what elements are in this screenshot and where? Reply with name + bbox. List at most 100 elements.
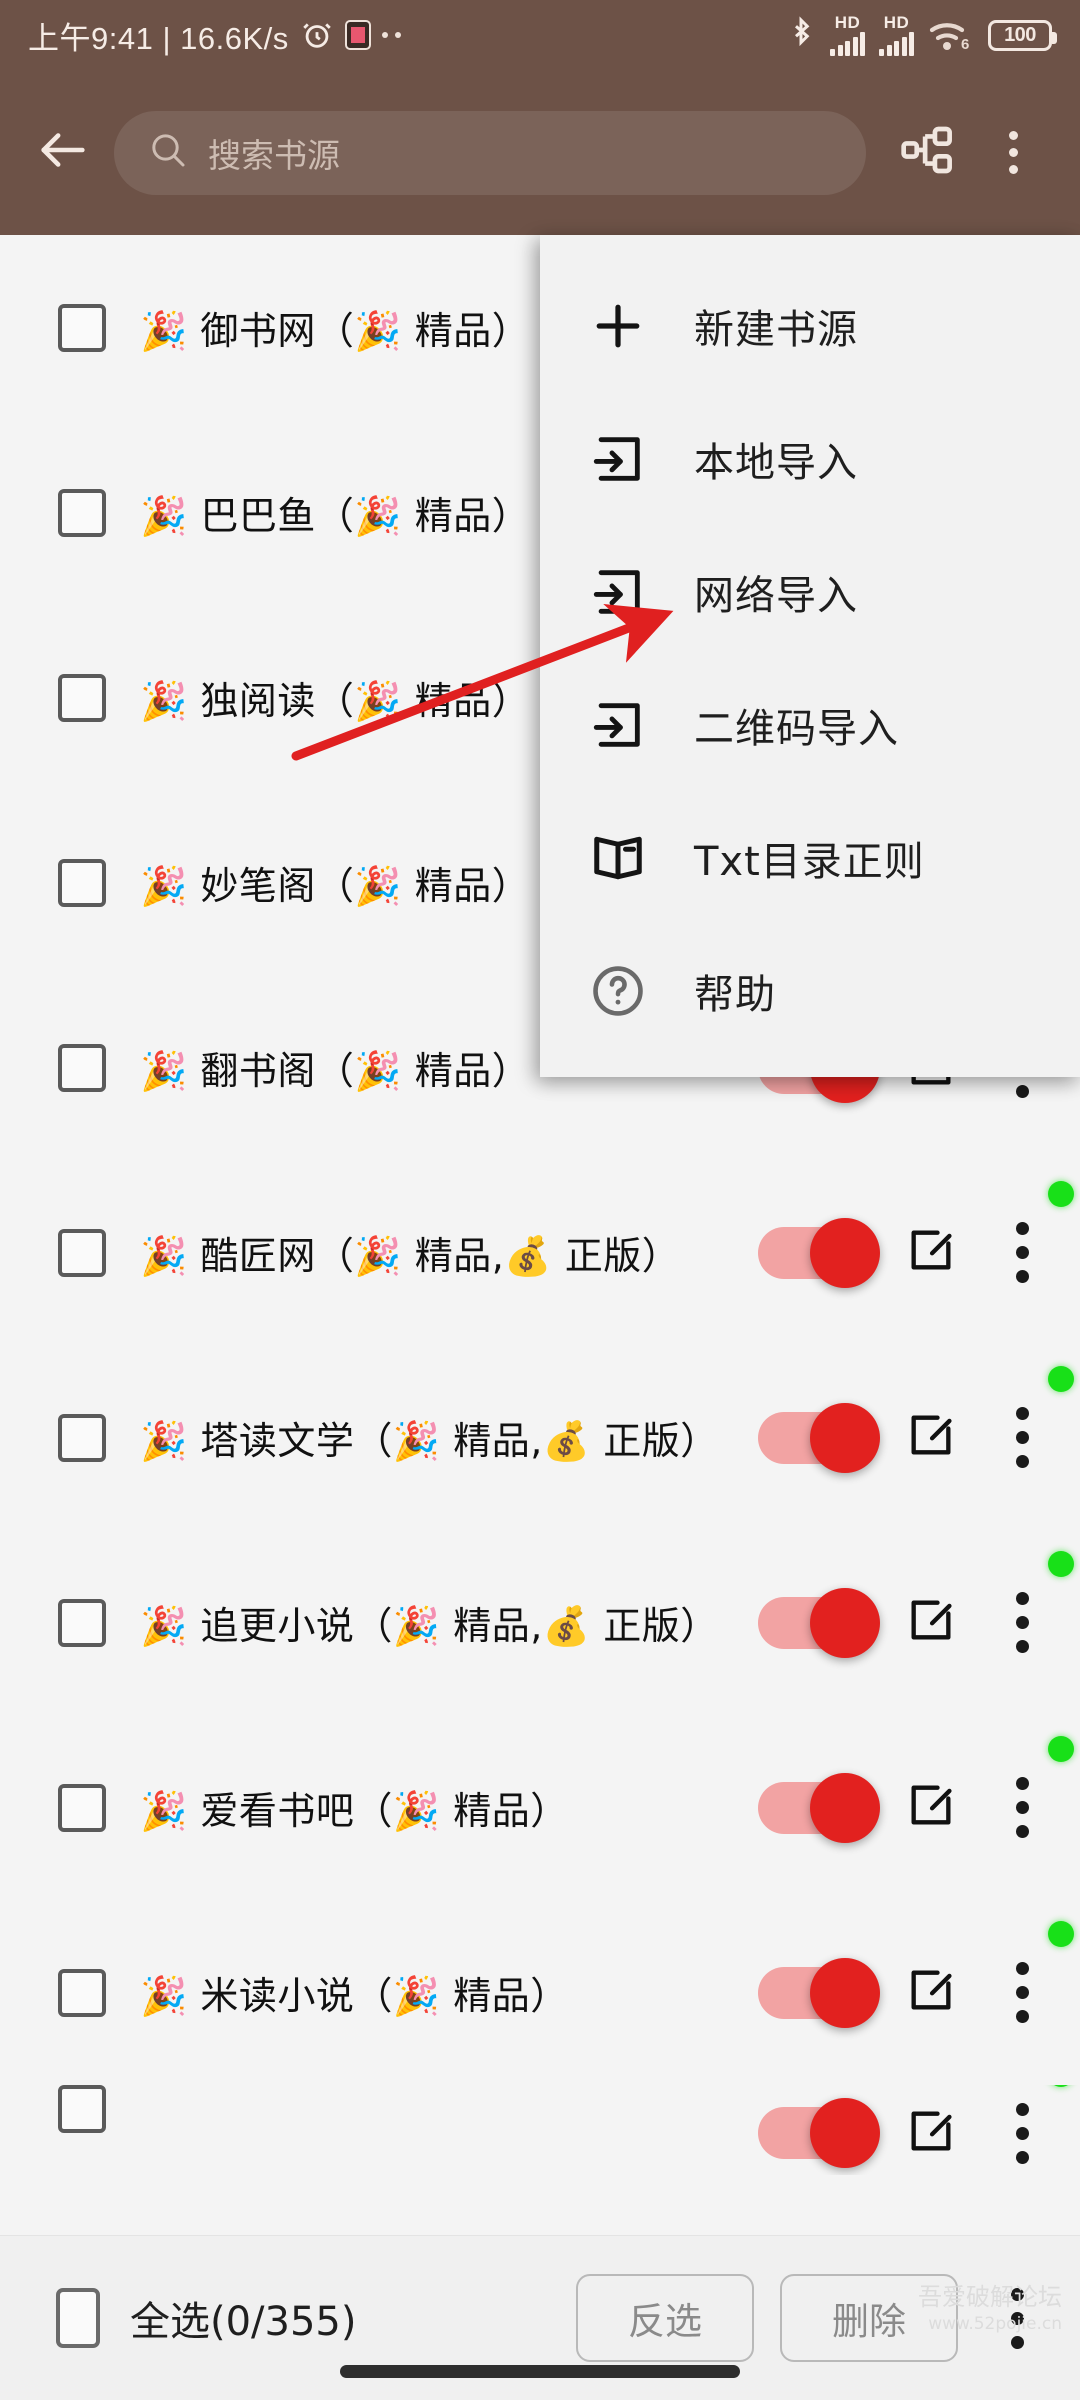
back-button[interactable] [24, 114, 102, 192]
row-overflow-button[interactable] [986, 1550, 1074, 1671]
row-controls [758, 1365, 1074, 1486]
table-row[interactable]: 🎉 米读小说（🎉 精品） [0, 1900, 1080, 2085]
row-checkbox[interactable] [58, 1968, 106, 2017]
book-icon [586, 826, 650, 890]
edit-icon [905, 1224, 957, 1281]
overflow-menu-icon [1015, 1962, 1029, 2023]
enable-source-toggle[interactable] [758, 1772, 880, 1843]
status-bar: 上午9:41 | 16.6K/s HD HD 6 100 [0, 0, 1080, 70]
edit-icon [905, 1594, 957, 1651]
row-controls [758, 1735, 1074, 1856]
row-checkbox[interactable] [58, 1043, 106, 1092]
menu-item-label: 本地导入 [694, 439, 858, 486]
wifi-6-icon: 6 [928, 17, 974, 53]
online-status-dot-icon [1048, 2085, 1074, 2087]
row-overflow-button[interactable] [986, 1735, 1074, 1856]
table-row-partial[interactable] [0, 2085, 1080, 2175]
source-group-button[interactable] [884, 110, 970, 196]
edit-source-button[interactable] [888, 1395, 974, 1481]
row-source-name: 🎉 酷匠网（🎉 精品,💰 正版） [140, 1234, 681, 1278]
search-icon [148, 130, 188, 175]
menu-item-qrcode-import[interactable]: 二维码导入 [540, 658, 1080, 791]
menu-item-label: Txt目录正则 [694, 838, 925, 885]
edit-source-button[interactable] [888, 2090, 974, 2175]
more-notifications-icon [381, 32, 401, 38]
row-overflow-button[interactable] [986, 1180, 1074, 1301]
row-checkbox[interactable] [58, 1783, 106, 1832]
alarm-clock-icon [300, 18, 334, 52]
table-row[interactable]: 🎉 酷匠网（🎉 精品,💰 正版） [0, 1160, 1080, 1345]
notification-app-icon [344, 20, 371, 50]
row-overflow-button[interactable] [986, 2085, 1074, 2175]
menu-item-local-import[interactable]: 本地导入 [540, 392, 1080, 525]
edit-source-button[interactable] [888, 1580, 974, 1666]
row-checkbox[interactable] [58, 1598, 106, 1647]
enable-source-toggle[interactable] [758, 1402, 880, 1473]
overflow-menu-icon [1015, 1592, 1029, 1653]
row-checkbox[interactable] [58, 673, 106, 722]
sim2-signal-icon: HD [879, 14, 914, 56]
import-icon [586, 693, 650, 757]
import-icon [586, 560, 650, 624]
status-bar-right: HD HD 6 100 [786, 14, 1057, 56]
back-arrow-icon [34, 121, 92, 184]
row-checkbox[interactable] [58, 488, 106, 537]
row-checkbox[interactable] [58, 2085, 106, 2133]
plus-icon [586, 294, 650, 358]
app-toolbar: 搜索书源 [0, 70, 1080, 235]
menu-item-label: 帮助 [694, 971, 776, 1018]
row-source-name: 🎉 追更小说（🎉 精品,💰 正版） [140, 1604, 719, 1648]
system-gesture-bar[interactable] [0, 2342, 1080, 2400]
enable-source-toggle[interactable] [758, 1217, 880, 1288]
toolbar-overflow-button[interactable] [970, 110, 1056, 196]
row-source-name: 🎉 塔读文学（🎉 精品,💰 正版） [140, 1419, 719, 1463]
select-all-label: 全选(0/355) [130, 2299, 357, 2345]
menu-item-network-import[interactable]: 网络导入 [540, 525, 1080, 658]
select-all-checkbox[interactable] [56, 2288, 100, 2348]
overflow-menu-icon [1010, 2287, 1024, 2349]
row-source-name: 🎉 米读小说（🎉 精品） [140, 1974, 569, 2018]
app-screen: 上午9:41 | 16.6K/s HD HD 6 100 搜索书源 🎉 御书网（… [0, 0, 1080, 2400]
status-bar-left: 上午9:41 | 16.6K/s [28, 13, 401, 58]
online-status-dot-icon [1048, 1365, 1074, 1392]
battery-level-label: 100 [1004, 23, 1036, 46]
row-overflow-button[interactable] [986, 1365, 1074, 1486]
edit-icon [905, 1779, 957, 1836]
row-overflow-button[interactable] [986, 1920, 1074, 2041]
sim2-hd-label: HD [883, 13, 910, 32]
overflow-menu-icon [1008, 131, 1018, 174]
online-status-dot-icon [1048, 1735, 1074, 1762]
svg-text:6: 6 [961, 36, 969, 53]
edit-source-button[interactable] [888, 1950, 974, 2036]
edit-icon [905, 1964, 957, 2021]
online-status-dot-icon [1048, 1920, 1074, 1947]
sim1-signal-icon: HD [830, 14, 865, 56]
menu-item-label: 网络导入 [694, 572, 858, 619]
enable-source-toggle[interactable] [758, 1957, 880, 2028]
menu-item-new-source[interactable]: 新建书源 [540, 259, 1080, 392]
row-checkbox[interactable] [58, 303, 106, 352]
menu-item-help[interactable]: 帮助 [540, 924, 1080, 1057]
toolbar-dropdown-menu[interactable]: 新建书源 本地导入 网络导入 二维码导入 Txt目录正则 帮助 [540, 235, 1080, 1077]
source-group-icon [899, 122, 955, 183]
enable-source-toggle[interactable] [758, 1587, 880, 1658]
overflow-menu-icon [1015, 1222, 1029, 1283]
search-input[interactable]: 搜索书源 [114, 110, 866, 195]
status-time-and-netspeed: 上午9:41 | 16.6K/s [28, 20, 289, 56]
table-row[interactable]: 🎉 追更小说（🎉 精品,💰 正版） [0, 1530, 1080, 1715]
edit-source-button[interactable] [888, 1765, 974, 1851]
row-checkbox[interactable] [58, 1413, 106, 1462]
row-controls [758, 1180, 1074, 1301]
overflow-menu-icon [1015, 1777, 1029, 1838]
sim1-hd-label: HD [834, 13, 861, 32]
battery-icon: 100 [988, 19, 1057, 51]
enable-source-toggle[interactable] [758, 2098, 880, 2168]
table-row[interactable]: 🎉 爱看书吧（🎉 精品） [0, 1715, 1080, 1900]
edit-source-button[interactable] [888, 1210, 974, 1296]
menu-item-txt-toc-regex[interactable]: Txt目录正则 [540, 791, 1080, 924]
row-checkbox[interactable] [58, 858, 106, 907]
row-checkbox[interactable] [58, 1228, 106, 1277]
help-icon [586, 959, 650, 1023]
import-icon [586, 427, 650, 491]
table-row[interactable]: 🎉 塔读文学（🎉 精品,💰 正版） [0, 1345, 1080, 1530]
